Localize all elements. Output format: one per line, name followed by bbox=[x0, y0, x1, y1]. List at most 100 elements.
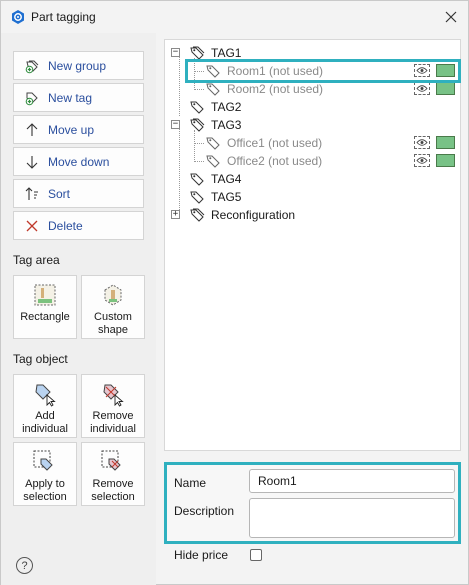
apply-selection-label-line1: Apply to bbox=[25, 478, 65, 490]
tag-icon bbox=[189, 99, 205, 115]
remove-individual-icon bbox=[100, 381, 126, 407]
description-label: Description bbox=[174, 504, 235, 518]
title-bar: Part tagging bbox=[1, 1, 468, 33]
name-label: Name bbox=[174, 476, 207, 490]
tree-node-tag5[interactable]: TAG5 bbox=[189, 188, 241, 206]
remove-individual-label: Remove individual bbox=[90, 410, 136, 436]
tree-node-office2[interactable]: Office2 (not used) bbox=[205, 152, 322, 170]
new-group-label: New group bbox=[48, 58, 107, 73]
close-icon bbox=[445, 11, 457, 23]
tag3-label: TAG3 bbox=[211, 118, 242, 132]
selected-node-highlight bbox=[185, 59, 461, 83]
office2-label: Office2 (not used) bbox=[227, 154, 323, 168]
tag-area-heading: Tag area bbox=[13, 253, 60, 267]
tag-icon bbox=[189, 189, 205, 205]
tag2-label: TAG2 bbox=[211, 100, 242, 114]
custom-shape-icon bbox=[100, 282, 126, 308]
delete-x-icon bbox=[24, 218, 40, 234]
move-up-label: Move up bbox=[48, 122, 95, 137]
part-tagging-window: Part tagging New group New tag Move up M… bbox=[0, 0, 469, 585]
office1-label: Office1 (not used) bbox=[227, 136, 323, 150]
tree-connector bbox=[194, 161, 204, 162]
window-title: Part tagging bbox=[31, 10, 96, 24]
sort-label: Sort bbox=[48, 186, 71, 201]
rectangle-label: Rectangle bbox=[20, 311, 70, 323]
tree-node-tag3[interactable]: TAG3 bbox=[189, 116, 241, 134]
tag-icon bbox=[205, 153, 221, 169]
tree-connector bbox=[194, 143, 204, 144]
help-icon: ? bbox=[21, 559, 28, 572]
sort-button[interactable]: Sort bbox=[13, 179, 144, 208]
custom-shape-label-line1: Custom bbox=[94, 311, 132, 323]
tree-node-tag4[interactable]: TAG4 bbox=[189, 170, 241, 188]
new-tag-label: New tag bbox=[48, 90, 93, 105]
tag-color-swatch[interactable] bbox=[436, 82, 455, 95]
new-group-icon bbox=[24, 58, 40, 74]
add-individual-label-line1: Add bbox=[35, 410, 55, 422]
remove-selection-icon bbox=[100, 449, 126, 475]
tree-connector bbox=[179, 56, 180, 116]
remove-individual-label-line2: individual bbox=[90, 423, 136, 435]
tag-color-swatch[interactable] bbox=[436, 154, 455, 167]
help-button[interactable]: ? bbox=[16, 557, 33, 574]
remove-selection-tile-button[interactable]: Remove selection bbox=[81, 442, 145, 506]
reconfiguration-expand-toggle[interactable]: + bbox=[171, 210, 180, 219]
tag-group-icon bbox=[189, 207, 205, 223]
tree-connector bbox=[194, 89, 204, 90]
name-input[interactable] bbox=[249, 469, 455, 493]
delete-label: Delete bbox=[48, 218, 83, 233]
add-individual-tile-button[interactable]: Add individual bbox=[13, 374, 77, 438]
room2-label: Room2 (not used) bbox=[227, 82, 324, 96]
tag-tree-panel[interactable]: − TAG1 Room1 (not used) Room2 (not used) bbox=[164, 39, 461, 451]
new-group-button[interactable]: New group bbox=[13, 51, 144, 80]
apply-selection-label: Apply to selection bbox=[23, 478, 66, 504]
tree-node-tag2[interactable]: TAG2 bbox=[189, 98, 241, 116]
tag1-label: TAG1 bbox=[211, 46, 242, 60]
tree-node-office1[interactable]: Office1 (not used) bbox=[205, 134, 322, 152]
custom-shape-label-line2: shape bbox=[98, 324, 128, 336]
custom-shape-label: Custom shape bbox=[94, 311, 132, 337]
arrow-up-icon bbox=[24, 122, 40, 138]
tag3-collapse-toggle[interactable]: − bbox=[171, 120, 180, 129]
add-individual-label: Add individual bbox=[22, 410, 68, 436]
custom-shape-tile-button[interactable]: Custom shape bbox=[81, 275, 145, 339]
tree-node-reconfiguration[interactable]: Reconfiguration bbox=[189, 206, 295, 224]
apply-selection-icon bbox=[32, 449, 58, 475]
apply-to-selection-tile-button[interactable]: Apply to selection bbox=[13, 442, 77, 506]
remove-selection-label-line2: selection bbox=[91, 491, 135, 503]
new-tag-icon bbox=[24, 90, 40, 106]
remove-individual-label-line1: Remove bbox=[92, 410, 134, 422]
delete-button[interactable]: Delete bbox=[13, 211, 144, 240]
move-down-label: Move down bbox=[48, 154, 110, 169]
close-button[interactable] bbox=[438, 4, 464, 30]
arrow-down-icon bbox=[24, 154, 40, 170]
move-down-button[interactable]: Move down bbox=[13, 147, 144, 176]
new-tag-button[interactable]: New tag bbox=[13, 83, 144, 112]
tag-color-swatch[interactable] bbox=[436, 136, 455, 149]
remove-selection-label-line1: Remove bbox=[92, 478, 134, 490]
move-up-button[interactable]: Move up bbox=[13, 115, 144, 144]
reconfiguration-label: Reconfiguration bbox=[211, 208, 296, 222]
tag-icon bbox=[189, 171, 205, 187]
tree-connector bbox=[179, 126, 180, 214]
tag-icon bbox=[189, 117, 205, 133]
remove-individual-tile-button[interactable]: Remove individual bbox=[81, 374, 145, 438]
add-individual-icon bbox=[32, 381, 58, 407]
tree-connector bbox=[194, 130, 195, 162]
rectangle-area-icon bbox=[32, 282, 58, 308]
app-logo-icon bbox=[10, 9, 26, 25]
description-textarea[interactable] bbox=[249, 498, 455, 538]
tag1-collapse-toggle[interactable]: − bbox=[171, 48, 180, 57]
visibility-toggle-icon[interactable] bbox=[414, 154, 430, 167]
add-individual-label-line2: individual bbox=[22, 423, 68, 435]
tag-icon bbox=[205, 81, 221, 97]
hide-price-checkbox[interactable] bbox=[250, 549, 262, 561]
visibility-toggle-icon[interactable] bbox=[414, 136, 430, 149]
rectangle-tile-button[interactable]: Rectangle bbox=[13, 275, 77, 339]
tag4-label: TAG4 bbox=[211, 172, 242, 186]
properties-panel: Name Description bbox=[164, 462, 461, 544]
tag5-label: TAG5 bbox=[211, 190, 242, 204]
hide-price-label: Hide price bbox=[174, 548, 229, 562]
remove-selection-label: Remove selection bbox=[91, 478, 134, 504]
visibility-toggle-icon[interactable] bbox=[414, 82, 430, 95]
